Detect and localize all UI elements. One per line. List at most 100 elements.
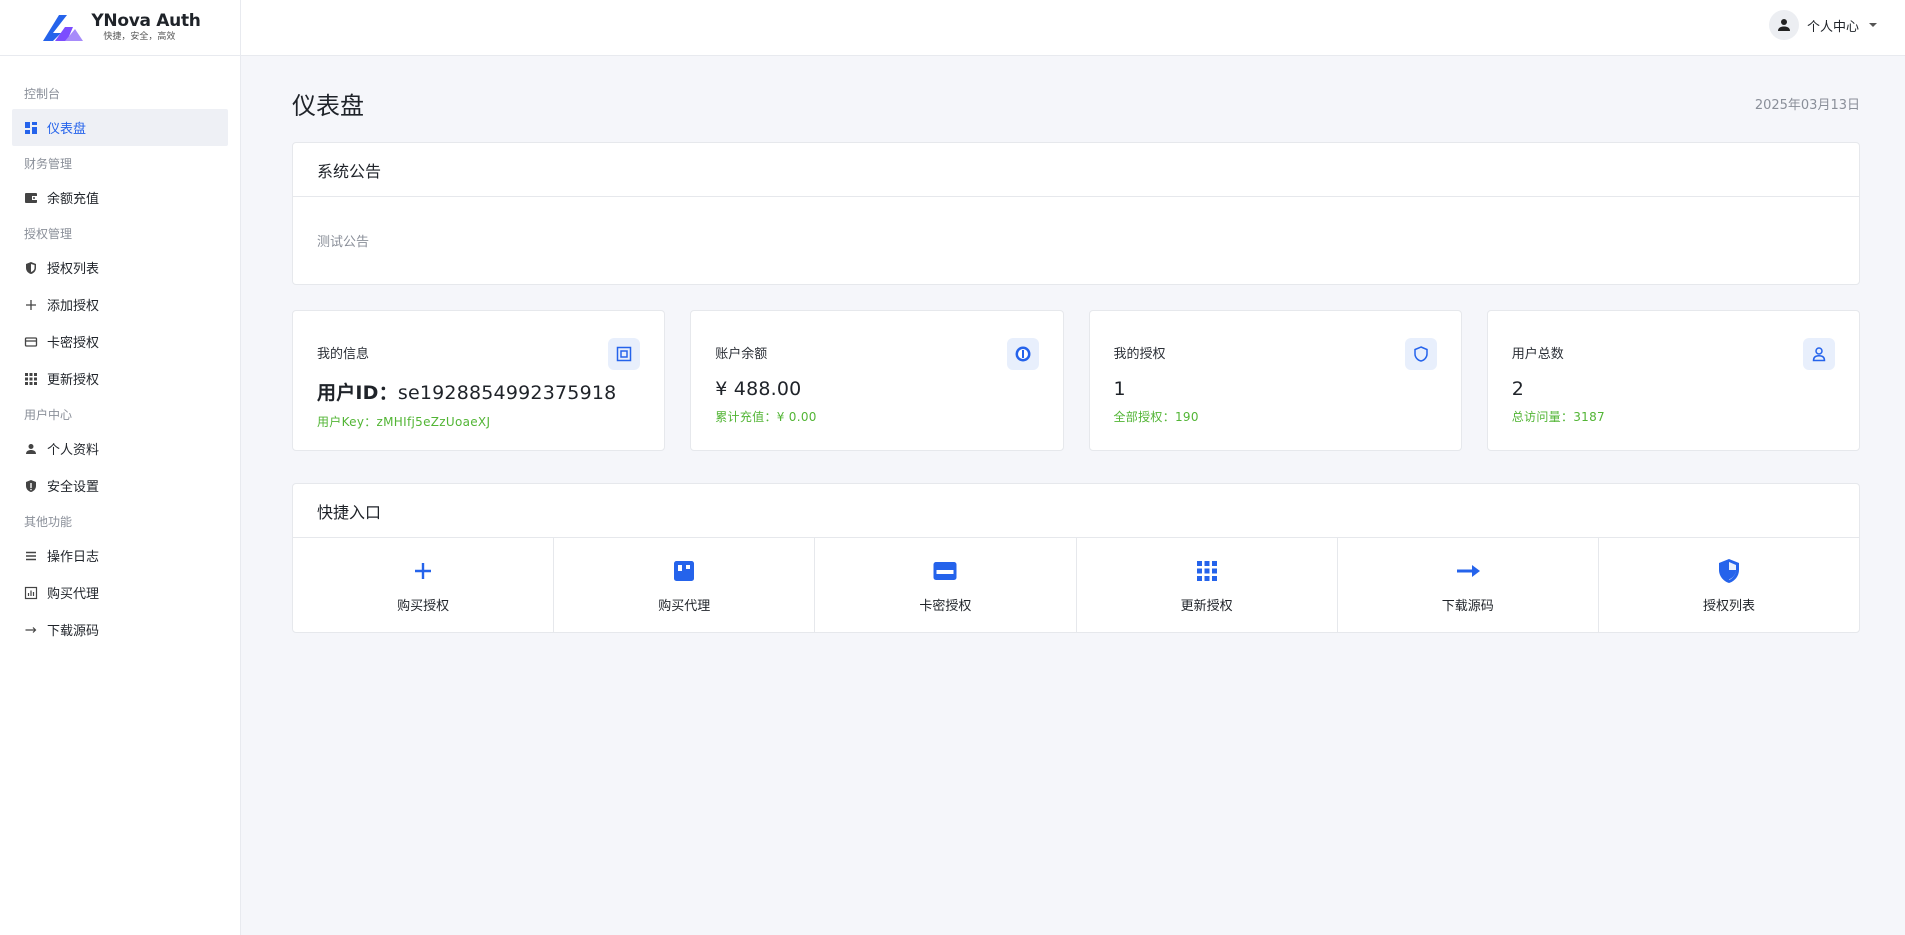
- arrow-right-icon: [24, 623, 38, 637]
- person-icon: [24, 442, 38, 456]
- security-shield-icon: [24, 479, 38, 493]
- stat-sub: 全部授权：190: [1113, 410, 1199, 424]
- stat-sub: 用户Key：zMHIfj5eZzUoaeXJ: [317, 415, 491, 429]
- sidebar-item-card-auth[interactable]: 卡密授权: [12, 323, 228, 360]
- balance-value: ¥ 488.00: [715, 378, 802, 400]
- quick-item-label: 更新授权: [1180, 599, 1233, 614]
- quick-item-label: 下载源码: [1441, 599, 1494, 614]
- sidebar-item-update-auth[interactable]: 更新授权: [12, 360, 228, 397]
- page-header: 仪表盘 2025年03月13日: [292, 56, 1860, 142]
- dashboard-icon: [24, 121, 38, 135]
- sidebar-item-label: 操作日志: [47, 550, 100, 565]
- nav-section-finance: 财务管理: [24, 157, 73, 171]
- nav-section-user: 用户中心: [24, 408, 73, 422]
- quick-access-card: 快捷入口 购买授权 购买代理 卡密授权 更新授权 下载源码 授权列表: [292, 483, 1860, 633]
- grid-icon: [1193, 557, 1221, 585]
- stat-label: 账户余额: [715, 347, 768, 362]
- sidebar-item-logs[interactable]: 操作日志: [12, 537, 228, 574]
- stat-card-my-auth: 我的授权 1 全部授权：190: [1088, 310, 1462, 451]
- sidebar-item-dashboard[interactable]: 仪表盘: [12, 109, 228, 146]
- card-icon: [24, 335, 38, 349]
- quick-item-label: 购买授权: [397, 599, 450, 614]
- sidebar-item-add-auth[interactable]: 添加授权: [12, 286, 228, 323]
- stat-value-prefix: 用户ID：: [317, 382, 398, 404]
- brand-title: YNova Auth: [91, 11, 201, 31]
- board-icon: [670, 557, 698, 585]
- sidebar-item-label: 安全设置: [47, 480, 100, 495]
- user-outline-icon: [1803, 338, 1835, 370]
- page-title: 仪表盘: [292, 92, 364, 120]
- chip-icon: [608, 338, 641, 370]
- brand-logo[interactable]: YNova Auth 快捷，安全，高效: [0, 0, 240, 56]
- quick-item-label: 卡密授权: [919, 599, 972, 614]
- grid-icon: [24, 372, 38, 386]
- notice-body: 测试公告: [317, 235, 370, 250]
- stat-label: 用户总数: [1511, 347, 1564, 362]
- sidebar-item-label: 购买代理: [47, 587, 100, 602]
- nav-section-console: 控制台: [24, 87, 61, 101]
- sidebar-item-security[interactable]: 安全设置: [12, 467, 228, 504]
- stat-value: ¥ 488.00: [715, 378, 1038, 400]
- stat-label: 我的信息: [317, 347, 370, 362]
- coin-icon: [1006, 338, 1039, 370]
- sidebar-item-label: 余额充值: [47, 192, 100, 207]
- stat-value: 1: [1114, 378, 1437, 400]
- quick-access-title: 快捷入口: [293, 484, 1859, 538]
- quick-item-label: 授权列表: [1702, 599, 1755, 614]
- sidebar-item-label: 卡密授权: [47, 336, 100, 351]
- shield-icon: [1715, 557, 1743, 585]
- user-menu-label: 个人中心: [1806, 19, 1859, 35]
- page-date: 2025年03月13日: [1754, 98, 1860, 113]
- sidebar-item-label: 添加授权: [47, 299, 100, 314]
- plus-icon: [409, 557, 437, 585]
- sidebar-item-label: 授权列表: [47, 262, 100, 277]
- quick-buy-agent-button[interactable]: 购买代理: [554, 538, 816, 633]
- user-id-value: se1928854992375918: [397, 382, 617, 404]
- shield-outline-icon: [1404, 338, 1437, 370]
- chart-icon: [24, 586, 38, 600]
- sidebar-nav: 控制台 仪表盘 财务管理 余额充值 授权管理 授权列表 添加授权 卡密授权 更新…: [0, 56, 240, 648]
- sidebar-item-label: 下载源码: [47, 624, 100, 639]
- avatar: [1768, 10, 1799, 40]
- nav-section-other: 其他功能: [24, 515, 73, 529]
- stat-card-my-info: 我的信息 用户ID：se1928854992375918 用户Key：zMHIf…: [292, 310, 666, 451]
- quick-download-source-button[interactable]: 下载源码: [1338, 538, 1599, 633]
- sidebar-item-label: 仪表盘: [47, 122, 87, 137]
- sidebar: YNova Auth 快捷，安全，高效 控制台 仪表盘 财务管理 余额充值 授权…: [0, 0, 241, 935]
- shield-icon: [24, 261, 38, 275]
- user-menu-dropdown[interactable]: 个人中心: [1768, 10, 1877, 40]
- sidebar-item-download[interactable]: 下载源码: [12, 611, 228, 648]
- list-icon: [24, 549, 38, 563]
- auth-count-value: 1: [1113, 378, 1126, 400]
- stat-sub: 累计充值：¥ 0.00: [715, 410, 817, 424]
- card-icon: [931, 557, 959, 585]
- sidebar-item-auth-list[interactable]: 授权列表: [12, 249, 228, 286]
- logo-icon: [43, 14, 84, 41]
- user-total-value: 2: [1511, 378, 1525, 400]
- nav-section-auth: 授权管理: [24, 227, 73, 241]
- quick-item-label: 购买代理: [658, 599, 711, 614]
- sidebar-item-buy-agent[interactable]: 购买代理: [12, 574, 228, 611]
- system-notice-card: 系统公告 测试公告: [292, 142, 1860, 285]
- person-icon: [1777, 19, 1790, 31]
- quick-update-auth-button[interactable]: 更新授权: [1077, 538, 1338, 633]
- brand-subtitle: 快捷，安全，高效: [103, 32, 176, 42]
- sidebar-item-recharge[interactable]: 余额充值: [12, 179, 228, 216]
- chevron-down-icon: [1869, 23, 1877, 27]
- quick-buy-auth-button[interactable]: 购买授权: [293, 538, 555, 633]
- sidebar-item-label: 个人资料: [47, 443, 100, 458]
- quick-card-auth-button[interactable]: 卡密授权: [815, 538, 1077, 633]
- stat-label: 我的授权: [1113, 347, 1166, 362]
- quick-auth-list-button[interactable]: 授权列表: [1599, 538, 1859, 633]
- plus-icon: [24, 298, 38, 312]
- stats-row: 我的信息 用户ID：se1928854992375918 用户Key：zMHIf…: [292, 310, 1860, 451]
- notice-title: 系统公告: [293, 143, 1859, 197]
- sidebar-item-profile[interactable]: 个人资料: [12, 430, 228, 467]
- top-bar: 个人中心: [241, 0, 1905, 56]
- stat-card-balance: 账户余额 ¥ 488.00 累计充值：¥ 0.00: [690, 310, 1064, 451]
- quick-access-grid: 购买授权 购买代理 卡密授权 更新授权 下载源码 授权列表: [293, 538, 1859, 633]
- arrow-right-icon: [1454, 557, 1482, 585]
- wallet-icon: [24, 191, 38, 205]
- stat-value: 用户ID：se1928854992375918: [317, 378, 640, 405]
- stat-sub: 总访问量：3187: [1511, 410, 1605, 424]
